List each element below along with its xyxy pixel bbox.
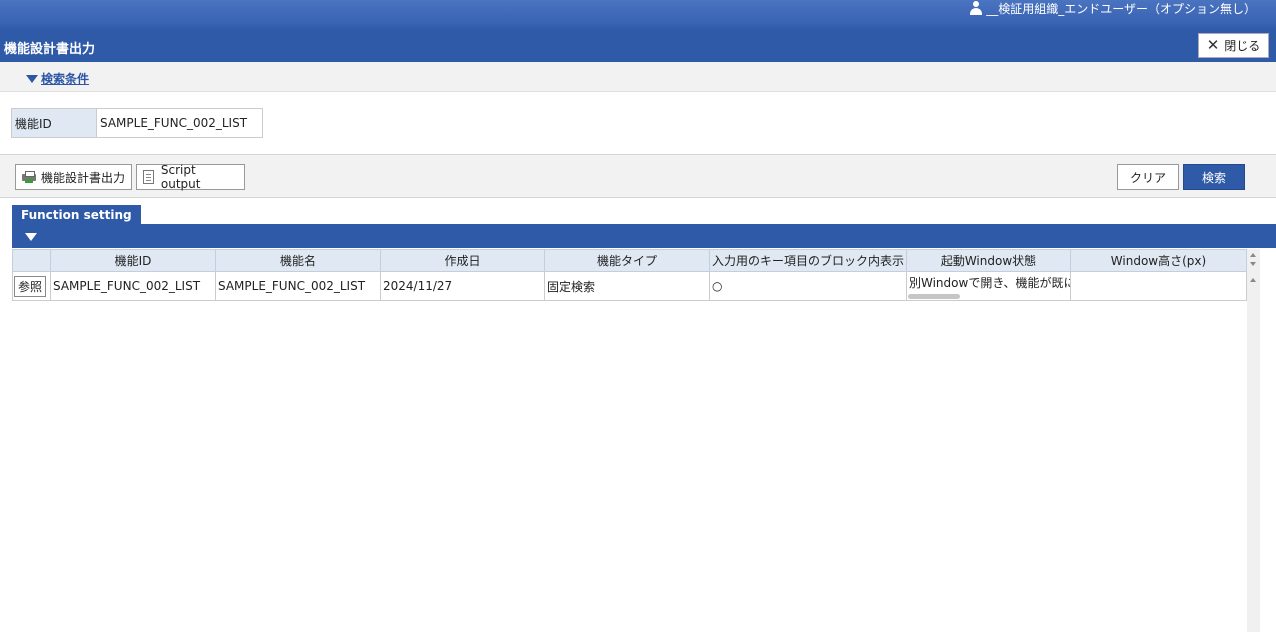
column-header[interactable]: 起動Window状態 [906,249,1071,272]
printer-icon [22,171,36,183]
column-header[interactable]: 作成日 [380,249,545,272]
tab-function-setting[interactable]: Function setting [12,205,141,224]
cell-created: 2024/11/27 [380,271,545,301]
column-header[interactable]: Window高さ(px) [1070,249,1247,272]
user-name: __検証用組織_エンドユーザー（オプション無し） [986,1,1256,16]
close-button[interactable]: ✕ 閉じる [1198,33,1269,58]
function-id-label: 機能ID [12,109,97,137]
table-vertical-scrollbar[interactable] [1247,249,1260,632]
function-setting-bar [12,224,1276,248]
cell-window-state: 別Windowで開き、機能が既に [906,271,1071,301]
design-output-button[interactable]: 機能設計書出力 [15,164,132,190]
user-info: __検証用組織_エンドユーザー（オプション無し） [969,0,1256,16]
app-header: __検証用組織_エンドユーザー（オプション無し） 機能設計書出力 ✕ 閉じる [0,0,1276,62]
column-header[interactable]: 入力用のキー項目のブロック内表示 [709,249,907,272]
window-state-text: 別Windowで開き、機能が既に [909,276,1071,290]
cell-type: 固定検索 [544,271,710,301]
collapse-triangle-icon[interactable] [25,233,37,241]
table-header-row: 機能ID 機能名 作成日 機能タイプ 入力用のキー項目のブロック内表示 起動Wi… [12,249,1247,272]
cell-window-height [1070,271,1247,301]
script-output-label: Script output [160,163,201,191]
ref-cell: 参照 [12,271,51,301]
scroll-up-icon[interactable] [1250,253,1256,257]
collapse-triangle-icon [26,74,38,83]
action-toolbar: 機能設計書出力 Script output クリア 検索 [0,154,1276,198]
column-header[interactable]: 機能タイプ [544,249,710,272]
scroll-down-icon[interactable] [1250,262,1256,266]
search-conditions-bar: 検索条件 [0,62,1276,92]
function-id-condition: 機能ID SAMPLE_FUNC_002_LIST [11,108,263,138]
cell-function-id: SAMPLE_FUNC_002_LIST [50,271,216,301]
column-header[interactable]: 機能ID [50,249,216,272]
function-id-value[interactable]: SAMPLE_FUNC_002_LIST [97,109,262,137]
search-conditions-toggle[interactable]: 検索条件 [26,70,89,87]
search-button[interactable]: 検索 [1183,164,1245,190]
close-icon: ✕ [1206,36,1220,54]
column-header[interactable]: 機能名 [215,249,381,272]
search-conditions-label: 検索条件 [41,72,90,86]
function-table: 機能ID 機能名 作成日 機能タイプ 入力用のキー項目のブロック内表示 起動Wi… [12,249,1247,301]
cell-scrollbar[interactable] [908,294,960,299]
page-title: 機能設計書出力 [4,42,96,57]
design-output-label: 機能設計書出力 [41,170,126,185]
cell-key-display: ○ [709,271,907,301]
table-row: 参照 SAMPLE_FUNC_002_LIST SAMPLE_FUNC_002_… [12,271,1247,301]
user-icon [969,1,983,15]
column-header [12,249,51,272]
script-output-button[interactable]: Script output [136,163,245,191]
document-icon [143,170,154,184]
reference-button[interactable]: 参照 [14,275,47,297]
scroll-up-icon[interactable] [1250,278,1256,282]
clear-button[interactable]: クリア [1117,164,1179,190]
cell-function-name: SAMPLE_FUNC_002_LIST [215,271,381,301]
close-button-label: 閉じる [1224,39,1261,53]
